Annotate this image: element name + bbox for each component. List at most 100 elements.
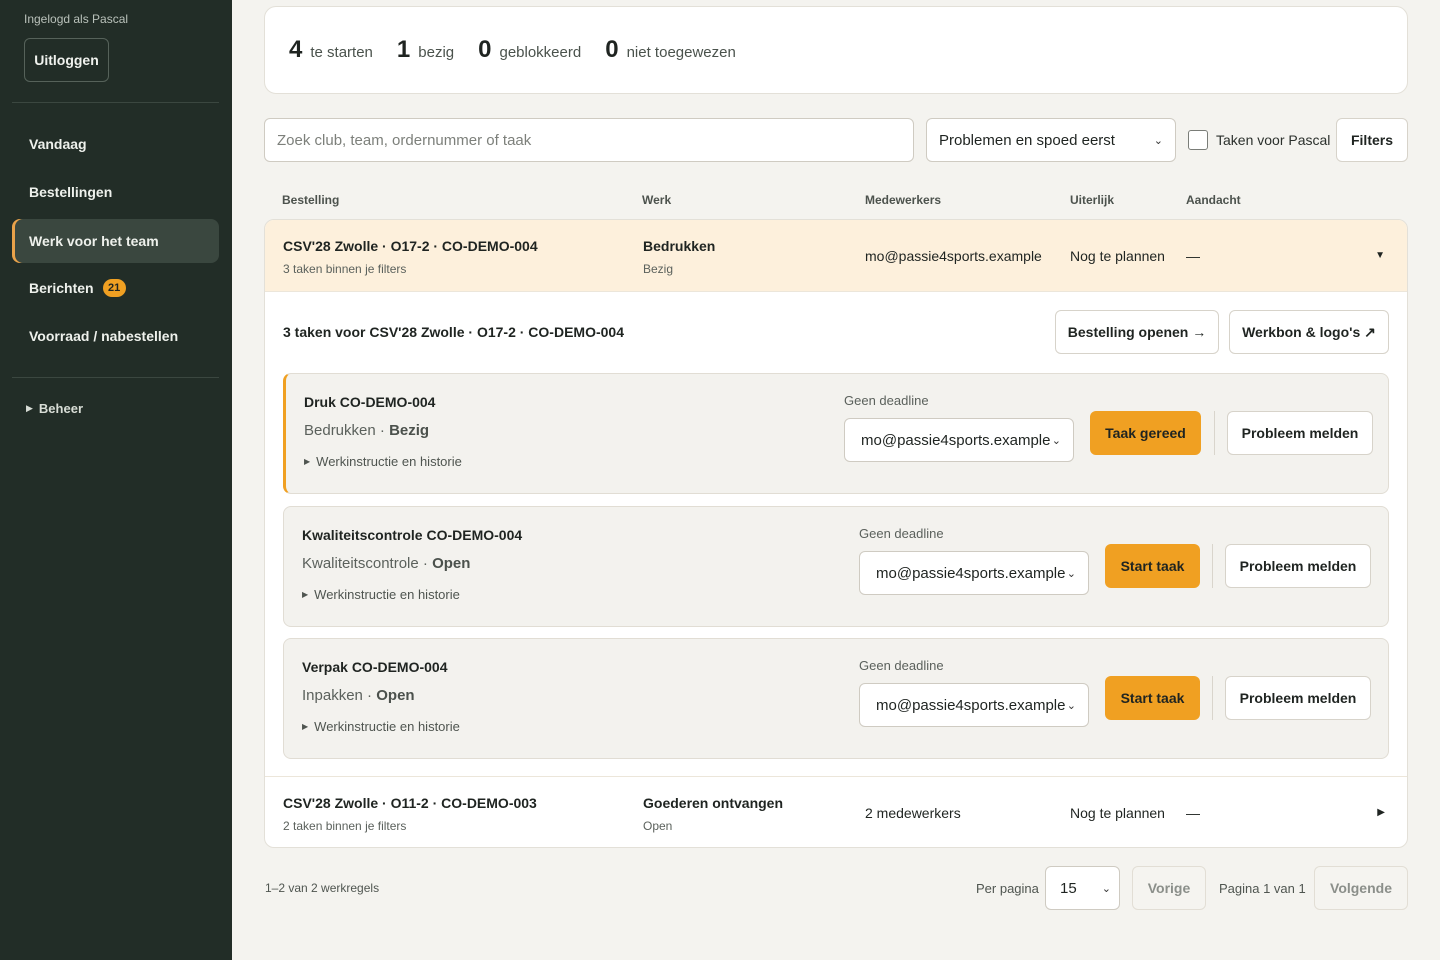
task-assignee-select[interactable]: mo@passie4sports.example ⌄ xyxy=(859,683,1089,727)
sidebar-item-label: Berichten xyxy=(29,280,94,296)
task-instructions-toggle[interactable]: ▶ Werkinstructie en historie xyxy=(302,587,460,602)
task-instructions-label: Werkinstructie en historie xyxy=(316,454,462,469)
chevron-down-icon: ⌄ xyxy=(1153,134,1163,147)
report-problem-button[interactable]: Probleem melden xyxy=(1225,544,1371,588)
sidebar-item-messages[interactable]: Berichten 21 xyxy=(12,266,219,310)
my-tasks-checkbox[interactable] xyxy=(1188,130,1208,150)
task-deadline: Geen deadline xyxy=(859,658,944,673)
caret-right-icon[interactable]: ▶ xyxy=(1377,807,1385,818)
column-header-work: Werk xyxy=(642,193,672,207)
task-assignee-select[interactable]: mo@passie4sports.example ⌄ xyxy=(844,418,1074,462)
chevron-down-icon: ⌄ xyxy=(1066,699,1076,712)
sidebar-divider xyxy=(12,102,219,103)
sidebar-item-label: Vandaag xyxy=(29,136,87,152)
column-header-order: Bestelling xyxy=(282,193,340,207)
start-task-button[interactable]: Start taak xyxy=(1105,676,1200,720)
sidebar-item-stock[interactable]: Voorraad / nabestellen xyxy=(12,314,219,358)
task-assignee-select[interactable]: mo@passie4sports.example ⌄ xyxy=(859,551,1089,595)
sidebar-item-today[interactable]: Vandaag xyxy=(12,122,219,166)
divider xyxy=(1212,676,1213,720)
task-status: Kwaliteitscontrole · Open xyxy=(302,555,471,572)
beheer-label: Beheer xyxy=(38,401,83,416)
sort-select-value: Problemen en spoed eerst xyxy=(939,131,1115,149)
stat-number: 1 xyxy=(396,36,411,63)
sidebar-item-label: Werk voor het team xyxy=(29,233,159,249)
open-order-button[interactable]: Bestelling openen → xyxy=(1055,310,1219,354)
stat-to-start[interactable]: 4 te starten xyxy=(289,36,373,64)
task-assignee-value: mo@passie4sports.example xyxy=(876,564,1066,582)
task-assignee-value: mo@passie4sports.example xyxy=(876,696,1066,714)
stat-busy[interactable]: 1 bezig xyxy=(397,36,454,64)
report-problem-button[interactable]: Probleem melden xyxy=(1227,411,1373,455)
logged-in-label: Ingelogd als Pascal xyxy=(24,12,129,26)
per-page-label: Per pagina xyxy=(976,881,1039,896)
per-page-select[interactable]: 15 ⌄ xyxy=(1045,866,1120,910)
work-status: Open xyxy=(643,819,673,833)
messages-count-badge: 21 xyxy=(102,279,126,297)
column-header-staff: Medewerkers xyxy=(865,193,942,207)
task-instructions-label: Werkinstructie en historie xyxy=(314,587,460,602)
task-instructions-toggle[interactable]: ▶ Werkinstructie en historie xyxy=(302,719,460,734)
work-stage: Goederen ontvangen xyxy=(643,795,784,811)
sidebar-item-orders[interactable]: Bestellingen xyxy=(12,170,219,214)
task-state: Bezig xyxy=(389,422,430,439)
chevron-down-icon: ⌄ xyxy=(1066,567,1076,580)
order-title: CSV'28 Zwolle · O11-2 · CO-DEMO-003 xyxy=(283,795,537,811)
sidebar-item-team-work[interactable]: Werk voor het team xyxy=(12,219,219,263)
stat-label: niet toegewezen xyxy=(626,44,736,61)
task-stage: Inpakken xyxy=(302,687,363,704)
task-status: Bedrukken · Bezig xyxy=(304,422,430,439)
table-row[interactable]: CSV'28 Zwolle · O17-2 · CO-DEMO-004 3 ta… xyxy=(265,220,1407,292)
workbon-logos-button[interactable]: Werkbon & logo's ↗ xyxy=(1229,310,1389,354)
staff-value: mo@passie4sports.example xyxy=(865,248,1042,264)
logout-button[interactable]: Uitloggen xyxy=(24,38,109,82)
stat-blocked[interactable]: 0 geblokkeerd xyxy=(478,36,581,64)
search-input[interactable] xyxy=(264,118,914,162)
task-instructions-toggle[interactable]: ▶ Werkinstructie en historie xyxy=(304,454,462,469)
my-tasks-label: Taken voor Pascal xyxy=(1216,132,1331,148)
chevron-down-icon: ⌄ xyxy=(1051,434,1061,447)
stat-label: geblokkeerd xyxy=(499,44,582,61)
task-card: Kwaliteitscontrole CO-DEMO-004 Kwaliteit… xyxy=(283,506,1389,627)
work-table: CSV'28 Zwolle · O17-2 · CO-DEMO-004 3 ta… xyxy=(264,219,1408,848)
task-status: Inpakken · Open xyxy=(302,687,415,704)
divider xyxy=(1214,411,1215,455)
sidebar-item-label: Bestellingen xyxy=(29,184,113,200)
divider xyxy=(1212,544,1213,588)
task-stage: Bedrukken xyxy=(304,422,376,439)
task-card: Druk CO-DEMO-004 Bedrukken · Bezig ▶ Wer… xyxy=(283,373,1389,494)
my-tasks-filter[interactable]: Taken voor Pascal xyxy=(1188,130,1330,150)
filters-button[interactable]: Filters xyxy=(1336,118,1408,162)
stat-number: 0 xyxy=(605,36,619,63)
task-title: Verpak CO-DEMO-004 xyxy=(302,659,448,675)
task-complete-button[interactable]: Taak gereed xyxy=(1090,411,1201,455)
task-deadline: Geen deadline xyxy=(844,393,929,408)
staff-value: 2 medewerkers xyxy=(865,805,961,821)
detail-title: 3 taken voor CSV'28 Zwolle · O17-2 · CO-… xyxy=(283,324,624,340)
beheer-toggle[interactable]: ▶ Beheer xyxy=(26,401,83,416)
stat-number: 4 xyxy=(289,36,303,63)
sort-select[interactable]: Problemen en spoed eerst ⌄ xyxy=(926,118,1176,162)
order-title: CSV'28 Zwolle · O17-2 · CO-DEMO-004 xyxy=(283,238,538,254)
task-state: Open xyxy=(432,555,471,572)
row-count: 1–2 van 2 werkregels xyxy=(265,881,380,895)
attention-value: — xyxy=(1186,248,1200,264)
task-assignee-value: mo@passie4sports.example xyxy=(861,431,1051,449)
caret-down-icon[interactable]: ▼ xyxy=(1375,250,1385,261)
task-instructions-label: Werkinstructie en historie xyxy=(314,719,460,734)
due-value: Nog te plannen xyxy=(1070,248,1165,264)
task-state: Open xyxy=(376,687,415,704)
next-page-button[interactable]: Volgende xyxy=(1314,866,1408,910)
task-deadline: Geen deadline xyxy=(859,526,944,541)
due-value: Nog te plannen xyxy=(1070,805,1165,821)
triangle-right-icon: ▶ xyxy=(304,457,311,466)
start-task-button[interactable]: Start taak xyxy=(1105,544,1200,588)
report-problem-button[interactable]: Probleem melden xyxy=(1225,676,1371,720)
stat-unassigned[interactable]: 0 niet toegewezen xyxy=(605,36,736,64)
stat-label: te starten xyxy=(310,44,373,61)
attention-value: — xyxy=(1186,805,1200,821)
chevron-down-icon: ⌄ xyxy=(1101,882,1111,895)
task-stage: Kwaliteitscontrole xyxy=(302,555,419,572)
table-row[interactable]: CSV'28 Zwolle · O11-2 · CO-DEMO-003 2 ta… xyxy=(265,776,1407,847)
previous-page-button[interactable]: Vorige xyxy=(1132,866,1206,910)
